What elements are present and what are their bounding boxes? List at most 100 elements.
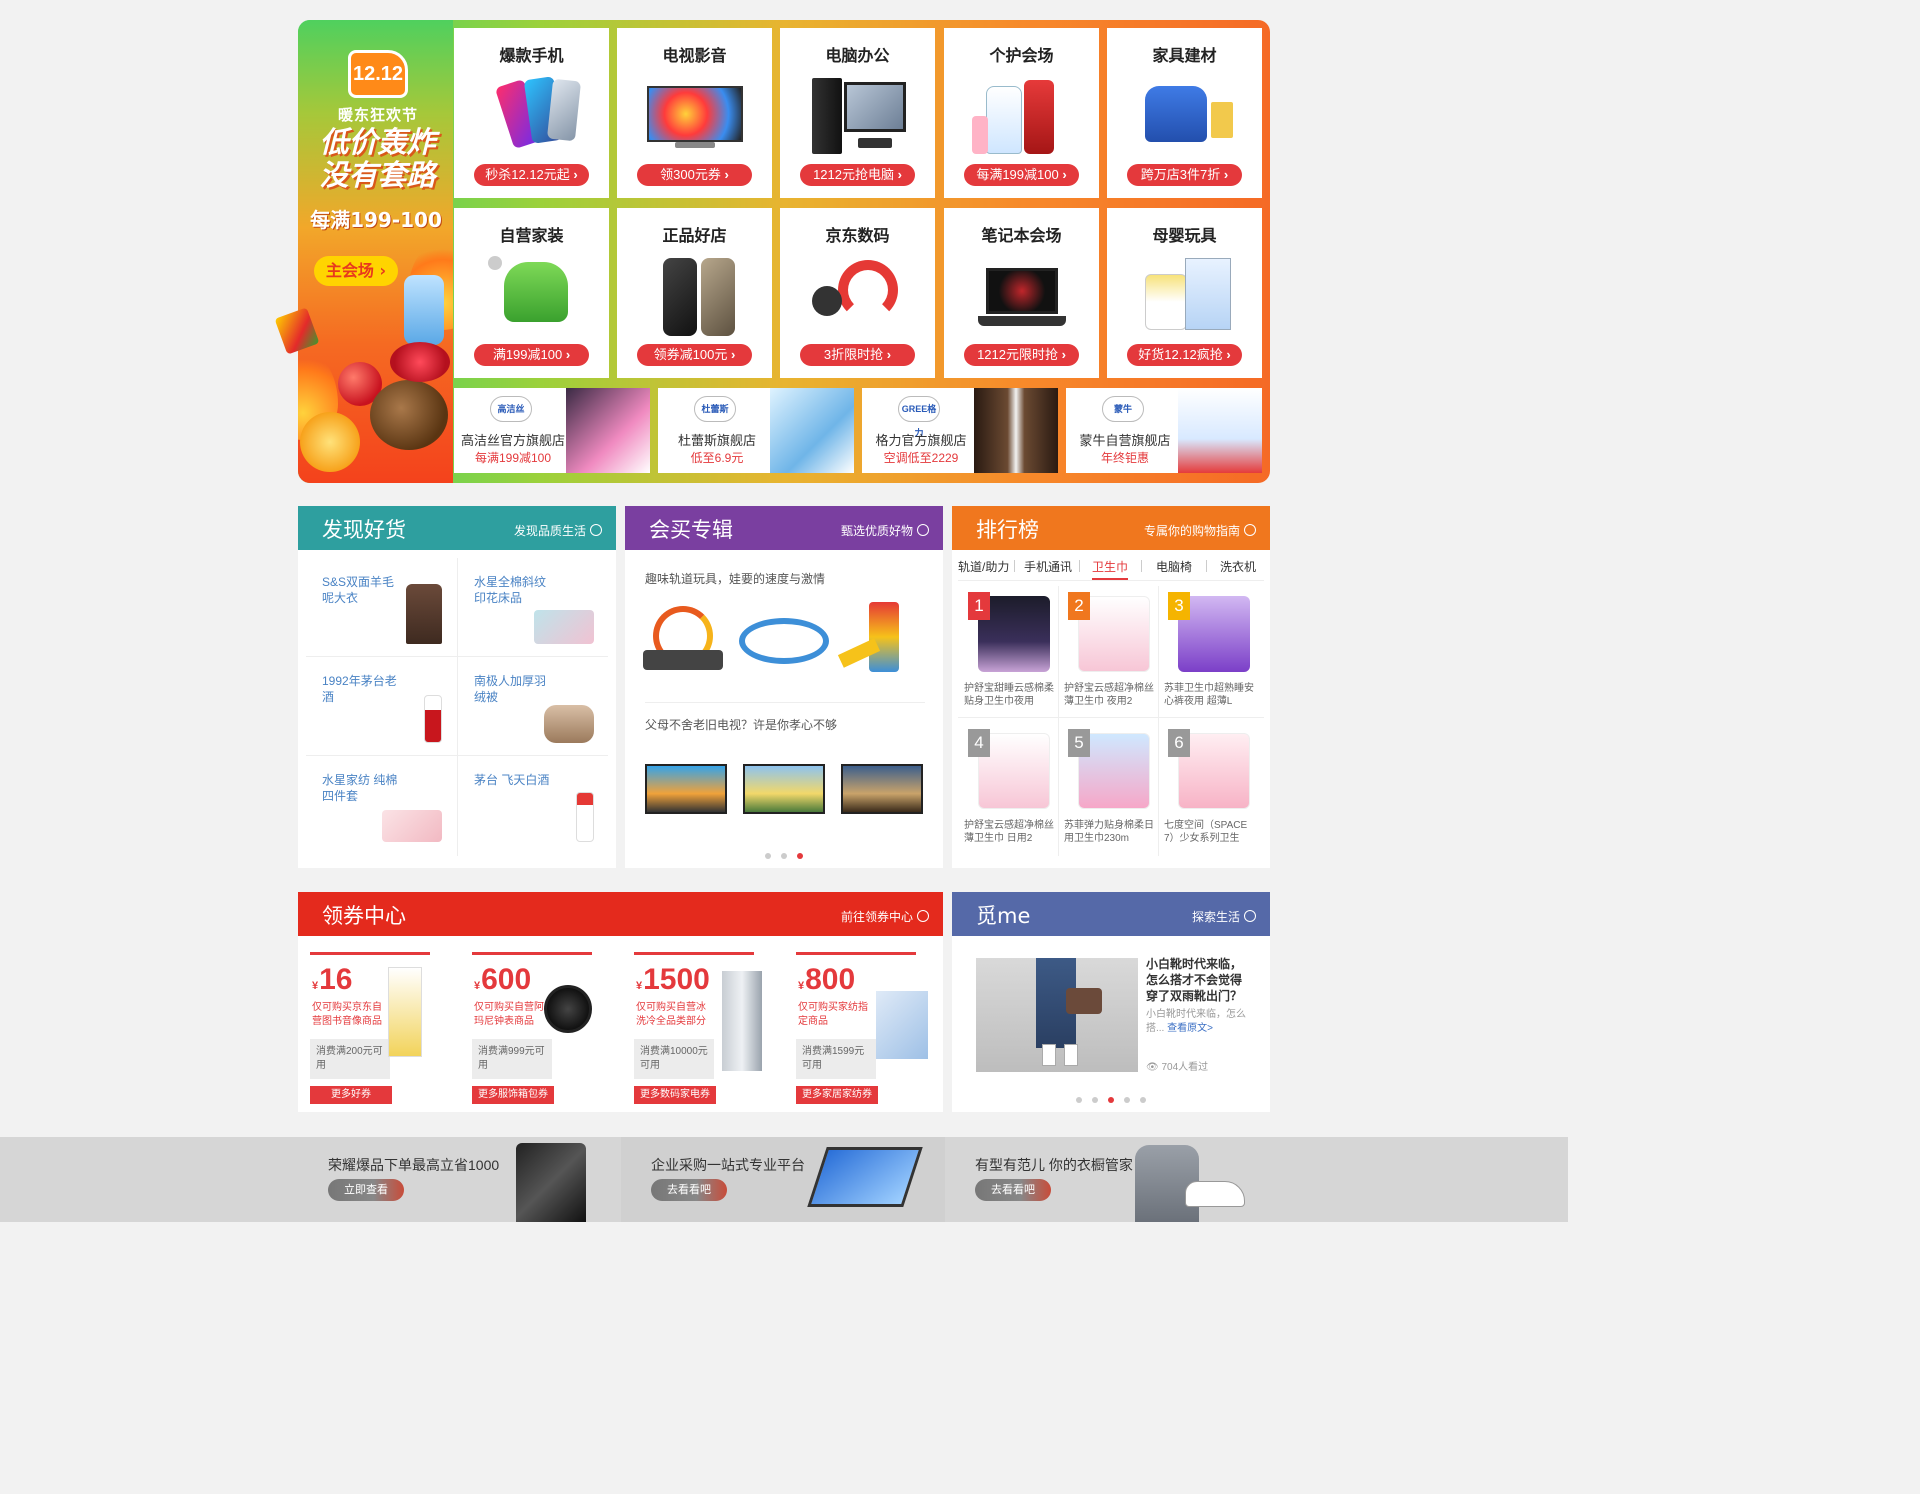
rank-item[interactable]: 1 护舒宝甜睡云感棉柔贴身卫生巾夜用 xyxy=(958,582,1058,717)
headphones-image xyxy=(808,256,908,338)
coupon-center-link[interactable]: 前往领券中心 xyxy=(841,908,929,925)
article-image[interactable] xyxy=(976,958,1138,1072)
shop-tile-durex[interactable]: 杜蕾斯 杜蕾斯旗舰店 低至6.9元 xyxy=(658,388,854,473)
category-button[interactable]: 每满199减100 xyxy=(964,164,1079,186)
track-toy-image[interactable] xyxy=(643,600,729,680)
carousel-dot[interactable] xyxy=(1076,1097,1082,1103)
promo-view-button[interactable]: 立即查看 xyxy=(328,1179,404,1201)
category-title: 家具建材 xyxy=(1152,46,1217,65)
category-tile-personal-care[interactable]: 个护会场 每满199减100 xyxy=(944,28,1099,198)
coupon-condition: 消费满1599元可用 xyxy=(796,1039,876,1079)
category-tile-laptops[interactable]: 笔记本会场 1212元限时抢 xyxy=(944,208,1099,378)
tab-rank-phones[interactable]: 手机通讯 xyxy=(1024,558,1072,575)
album-more-link[interactable]: 甄选优质好物 xyxy=(841,522,929,539)
panel-title: 发现好货 xyxy=(322,518,406,542)
promo-text: 荣耀爆品下单最高立省1000 xyxy=(328,1157,500,1173)
coupon-card[interactable]: 800 仅可购买家纺指定商品 消费满1599元可用 xyxy=(796,952,928,1079)
more-coupons-button[interactable]: 更多好券 xyxy=(310,1086,392,1104)
category-tile-baby-toys[interactable]: 母婴玩具 好货12.12疯抢 xyxy=(1107,208,1262,378)
tab-rank-track[interactable]: 轨道/助力 xyxy=(958,558,1009,575)
rank-item[interactable]: 2 护舒宝云感超净棉丝薄卫生巾 夜用2 xyxy=(1058,582,1158,717)
coupon-card[interactable]: 1500 仅可购买自营冰洗冷全品类部分 消费满10000元可用 xyxy=(634,952,762,1079)
explore-life-link[interactable]: 探索生活 xyxy=(1192,908,1256,925)
coupon-card[interactable]: 16 仅可购买京东自营图书音像商品 消费满200元可用 xyxy=(310,952,430,1079)
promo-honor[interactable]: 荣耀爆品下单最高立省1000 立即查看 xyxy=(298,1137,621,1222)
rank-item[interactable]: 4 护舒宝云感超净棉丝薄卫生巾 日用2 xyxy=(958,719,1058,854)
carousel-dot[interactable] xyxy=(1124,1097,1130,1103)
category-button[interactable]: 1212元抢电脑 xyxy=(800,164,915,186)
carousel-dot[interactable] xyxy=(1140,1097,1146,1103)
article-title[interactable]: 小白靴时代来临，怎么搭才不会觉得穿了双雨靴出门？ xyxy=(1146,956,1250,1004)
category-button[interactable]: 领券减100元 xyxy=(637,344,752,366)
carousel-dot[interactable] xyxy=(765,853,771,859)
view-count: 👁 704人看过 xyxy=(1146,1058,1208,1073)
category-button[interactable]: 跨万店3件7折 xyxy=(1127,164,1242,186)
ranking-panel: 排行榜 专属你的购物指南 轨道/助力 手机通讯 卫生巾 电脑椅 洗衣机 1 护舒… xyxy=(952,506,1270,868)
shop-name: 杜蕾斯旗舰店 xyxy=(677,433,756,448)
main-venue-button[interactable]: 主会场 › xyxy=(314,256,398,286)
tab-rank-washers[interactable]: 洗衣机 xyxy=(1220,558,1256,575)
promo-view-button[interactable]: 去看看吧 xyxy=(651,1179,727,1201)
more-coupons-button[interactable]: 更多服饰箱包券 xyxy=(472,1086,554,1104)
shop-tile-kotex[interactable]: 高洁丝 高洁丝官方旗舰店 每满199减100 xyxy=(454,388,650,473)
panel-title: 会买专辑 xyxy=(649,518,733,542)
category-tile-computers[interactable]: 电脑办公 1212元抢电脑 xyxy=(780,28,935,198)
meme-panel: 觅me 探索生活 小白靴时代来临，怎么搭才不会觉得穿了双雨靴出门？ 小白靴时代来… xyxy=(952,892,1270,1112)
shop-deal: 低至6.9元 xyxy=(690,451,744,465)
carousel-dot[interactable] xyxy=(781,853,787,859)
more-coupons-button[interactable]: 更多家居家纺券 xyxy=(796,1086,878,1104)
category-tile-phones[interactable]: 爆款手机 秒杀12.12元起 xyxy=(454,28,609,198)
promo-wardrobe[interactable]: 有型有范儿 你的衣橱管家 去看看吧 xyxy=(945,1137,1270,1222)
tv-balloon-image[interactable] xyxy=(743,764,825,814)
promo-view-button[interactable]: 去看看吧 xyxy=(975,1179,1051,1201)
goods-item[interactable]: 水星家纺 纯棉四件套 xyxy=(306,756,456,854)
promo-enterprise[interactable]: 企业采购一站式专业平台 去看看吧 xyxy=(621,1137,945,1222)
festival-side-promo[interactable]: 12.12 暖东狂欢节 低价轰炸 没有套路 每满199-100 主会场 › xyxy=(298,20,453,483)
discover-more-link[interactable]: 发现品质生活 xyxy=(514,522,602,539)
playset-image[interactable] xyxy=(837,602,925,680)
shop-logo: 杜蕾斯 xyxy=(694,396,736,422)
goods-item[interactable]: 茅台 飞天白酒 xyxy=(458,756,608,854)
carousel-dot-active[interactable] xyxy=(1108,1097,1114,1103)
carousel-dot[interactable] xyxy=(1092,1097,1098,1103)
goods-item[interactable]: 南极人加厚羽绒被 xyxy=(458,657,608,755)
coupon-card[interactable]: 600 仅可购买自营阿玛尼钟表商品 消费满999元可用 xyxy=(472,952,592,1079)
category-button[interactable]: 秒杀12.12元起 xyxy=(474,164,589,186)
meme-header: 觅me 探索生活 xyxy=(952,892,1270,936)
tab-rank-chairs[interactable]: 电脑椅 xyxy=(1156,558,1192,575)
train-track-image[interactable] xyxy=(739,618,829,664)
tv-landscape-image[interactable] xyxy=(841,764,923,814)
ranking-more-link[interactable]: 专属你的购物指南 xyxy=(1144,522,1256,539)
category-button[interactable]: 好货12.12疯抢 xyxy=(1127,344,1242,366)
category-button[interactable]: 满199减100 xyxy=(474,344,589,366)
festival-slogan: 低价轰炸 没有套路 xyxy=(310,126,445,192)
watch-image xyxy=(544,985,592,1033)
category-button[interactable]: 1212元限时抢 xyxy=(964,344,1079,366)
goods-item[interactable]: S&S双面羊毛呢大衣 xyxy=(306,558,456,656)
category-tile-home-decor[interactable]: 自营家装 满199减100 xyxy=(454,208,609,378)
shop-tile-mengniu[interactable]: 蒙牛 蒙牛自营旗舰店 年终钜惠 xyxy=(1066,388,1262,473)
rank-item[interactable]: 5 苏菲弹力贴身棉柔日用卫生巾230m xyxy=(1058,719,1158,854)
tv-sunset-image[interactable] xyxy=(645,764,727,814)
category-title: 电视影音 xyxy=(662,46,727,65)
durex-product-image xyxy=(770,388,854,473)
read-more-link[interactable]: 查看原文> xyxy=(1167,1023,1213,1034)
panel-title: 排行榜 xyxy=(976,518,1039,542)
rank-item[interactable]: 3 苏菲卫生巾超熟睡安心裤夜用 超薄L xyxy=(1158,582,1258,717)
shop-deal: 年终钜惠 xyxy=(1100,451,1149,465)
goods-item[interactable]: 1992年茅台老酒 xyxy=(306,657,456,755)
category-button[interactable]: 3折限时抢 xyxy=(800,344,915,366)
tab-rank-pads[interactable]: 卫生巾 xyxy=(1092,558,1129,580)
shop-tile-gree[interactable]: GREE格力 格力官方旗舰店 空调低至2229 xyxy=(862,388,1058,473)
goods-item[interactable]: 水星全棉斜纹印花床品 xyxy=(458,558,608,656)
more-coupons-button[interactable]: 更多数码家电券 xyxy=(634,1086,716,1104)
rank-item[interactable]: 6 七度空间（SPACE 7）少女系列卫生 xyxy=(1158,719,1258,854)
category-button[interactable]: 领300元券 xyxy=(637,164,752,186)
category-tile-furniture[interactable]: 家具建材 跨万店3件7折 xyxy=(1107,28,1262,198)
carousel-dot-active[interactable] xyxy=(797,853,803,859)
air-conditioner-image xyxy=(974,388,1058,473)
category-tile-jd-digital[interactable]: 京东数码 3折限时抢 xyxy=(780,208,935,378)
nuts-image xyxy=(370,380,448,450)
category-tile-tv[interactable]: 电视影音 领300元券 xyxy=(617,28,772,198)
category-tile-genuine-stores[interactable]: 正品好店 领券减100元 xyxy=(617,208,772,378)
